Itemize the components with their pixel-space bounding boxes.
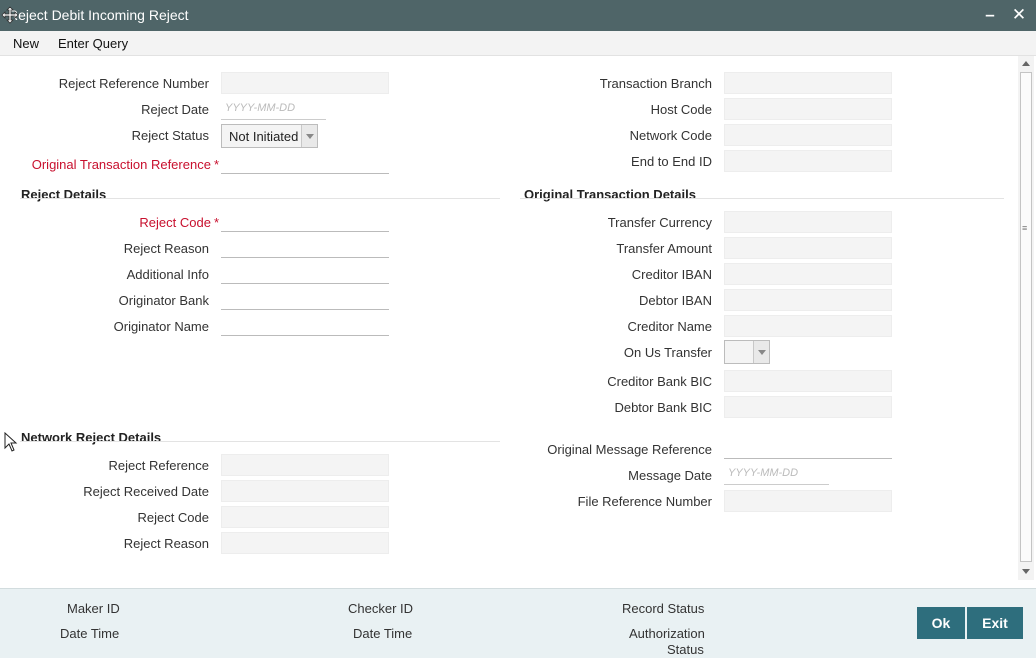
additional-info-field[interactable] [221,262,389,284]
original-transaction-reference-field[interactable] [221,152,389,174]
label-creditor-iban: Creditor IBAN [631,267,712,282]
label-reject-received-date: Reject Received Date [83,484,209,499]
scroll-down-icon[interactable] [1018,564,1034,580]
network-reject-reference-field[interactable] [221,454,389,476]
section-divider [20,441,500,442]
label-reject-reason: Reject Reason [123,241,209,256]
window-title: Reject Debit Incoming Reject [8,7,189,23]
label-debtor-iban: Debtor IBAN [639,293,712,308]
label-transfer-currency: Transfer Currency [607,215,712,230]
section-divider [520,198,1004,199]
scroll-up-icon[interactable] [1018,56,1034,72]
label-transaction-branch: Transaction Branch [599,76,712,91]
label-additional-info: Additional Info [126,267,209,282]
section-reject-details: Reject Details [21,187,107,202]
close-button[interactable]: ✕ [1008,4,1030,26]
label-file-reference-number: File Reference Number [577,494,712,509]
section-network-reject-details: Network Reject Details [21,430,162,445]
on-us-transfer-select[interactable] [724,340,770,364]
label-message-date: Message Date [628,468,712,483]
label-reject-date: Reject Date [141,102,209,117]
label-checker-id: Checker ID [348,601,414,616]
label-reject-code: Reject Code * [139,215,219,230]
original-message-reference-field[interactable] [724,437,892,459]
mouse-pointer-icon [4,432,18,452]
message-date-field[interactable]: YYYY-MM-DD [724,463,829,485]
transfer-currency-field[interactable] [724,211,892,233]
label-end-to-end-id: End to End ID [631,154,712,169]
reject-code-field[interactable] [221,210,389,232]
chevron-down-icon[interactable] [753,341,769,363]
move-icon[interactable] [1,6,19,24]
reject-date-field[interactable]: YYYY-MM-DD [221,98,326,120]
label-record-status: Record Status [622,601,705,616]
reject-reason-field[interactable] [221,236,389,258]
section-original-transaction-details: Original Transaction Details [524,187,696,202]
label-on-us-transfer: On Us Transfer [623,345,712,360]
footer-bar: Maker ID Date Time Checker ID Date Time … [0,588,1036,658]
menu-enter-query[interactable]: Enter Query [58,36,128,51]
network-reject-reason-field[interactable] [221,532,389,554]
end-to-end-id-field[interactable] [724,150,892,172]
label-debtor-bank-bic: Debtor Bank BIC [614,400,712,415]
label-creditor-name: Creditor Name [627,319,712,334]
label-authorization: Authorization [629,626,705,641]
label-network-reject-reason: Reject Reason [123,536,209,551]
creditor-name-field[interactable] [724,315,892,337]
reject-received-date-field[interactable] [221,480,389,502]
transfer-amount-field[interactable] [724,237,892,259]
required-star: * [213,157,219,172]
exit-button[interactable]: Exit [967,607,1023,639]
minimize-button[interactable]: – [979,4,1001,26]
network-code-field[interactable] [724,124,892,146]
chevron-down-icon[interactable] [301,125,317,147]
originator-bank-field[interactable] [221,288,389,310]
host-code-field[interactable] [724,98,892,120]
debtor-bank-bic-field[interactable] [724,396,892,418]
reject-reference-number-field[interactable] [221,72,389,94]
form-content: Reject Reference Number Reject Date YYYY… [0,56,1016,582]
transaction-branch-field[interactable] [724,72,892,94]
label-maker-date-time: Date Time [60,626,120,641]
ok-button[interactable]: Ok [917,607,965,639]
required-star: * [213,215,219,230]
menu-bar: New Enter Query [0,31,1036,56]
label-network-reject-reference: Reject Reference [108,458,209,473]
label-original-message-reference: Original Message Reference [547,442,712,457]
label-transfer-amount: Transfer Amount [616,241,712,256]
section-divider [20,198,500,199]
window-titlebar: Reject Debit Incoming Reject – ✕ [0,0,1036,31]
scrollbar-thumb[interactable] [1020,72,1032,562]
creditor-iban-field[interactable] [724,263,892,285]
network-reject-code-field[interactable] [221,506,389,528]
label-creditor-bank-bic: Creditor Bank BIC [607,374,712,389]
label-host-code: Host Code [650,102,712,117]
originator-name-field[interactable] [221,314,389,336]
vertical-scrollbar[interactable] [1018,56,1034,580]
label-maker-id: Maker ID [67,601,120,616]
label-originator-name: Originator Name [113,319,209,334]
label-reject-reference-number: Reject Reference Number [58,76,209,91]
debtor-iban-field[interactable] [724,289,892,311]
label-network-reject-code: Reject Code [137,510,209,525]
reject-status-value: Not Initiated [229,129,299,144]
reject-status-select[interactable]: Not Initiated [221,124,318,148]
label-network-code: Network Code [629,128,712,143]
creditor-bank-bic-field[interactable] [724,370,892,392]
label-originator-bank: Originator Bank [118,293,209,308]
label-authorization-status: Status [667,642,704,657]
file-reference-number-field[interactable] [724,490,892,512]
menu-new[interactable]: New [13,36,39,51]
label-reject-status: Reject Status [131,128,209,143]
label-original-transaction-reference: Original Transaction Reference * [31,157,219,172]
label-checker-date-time: Date Time [353,626,413,641]
